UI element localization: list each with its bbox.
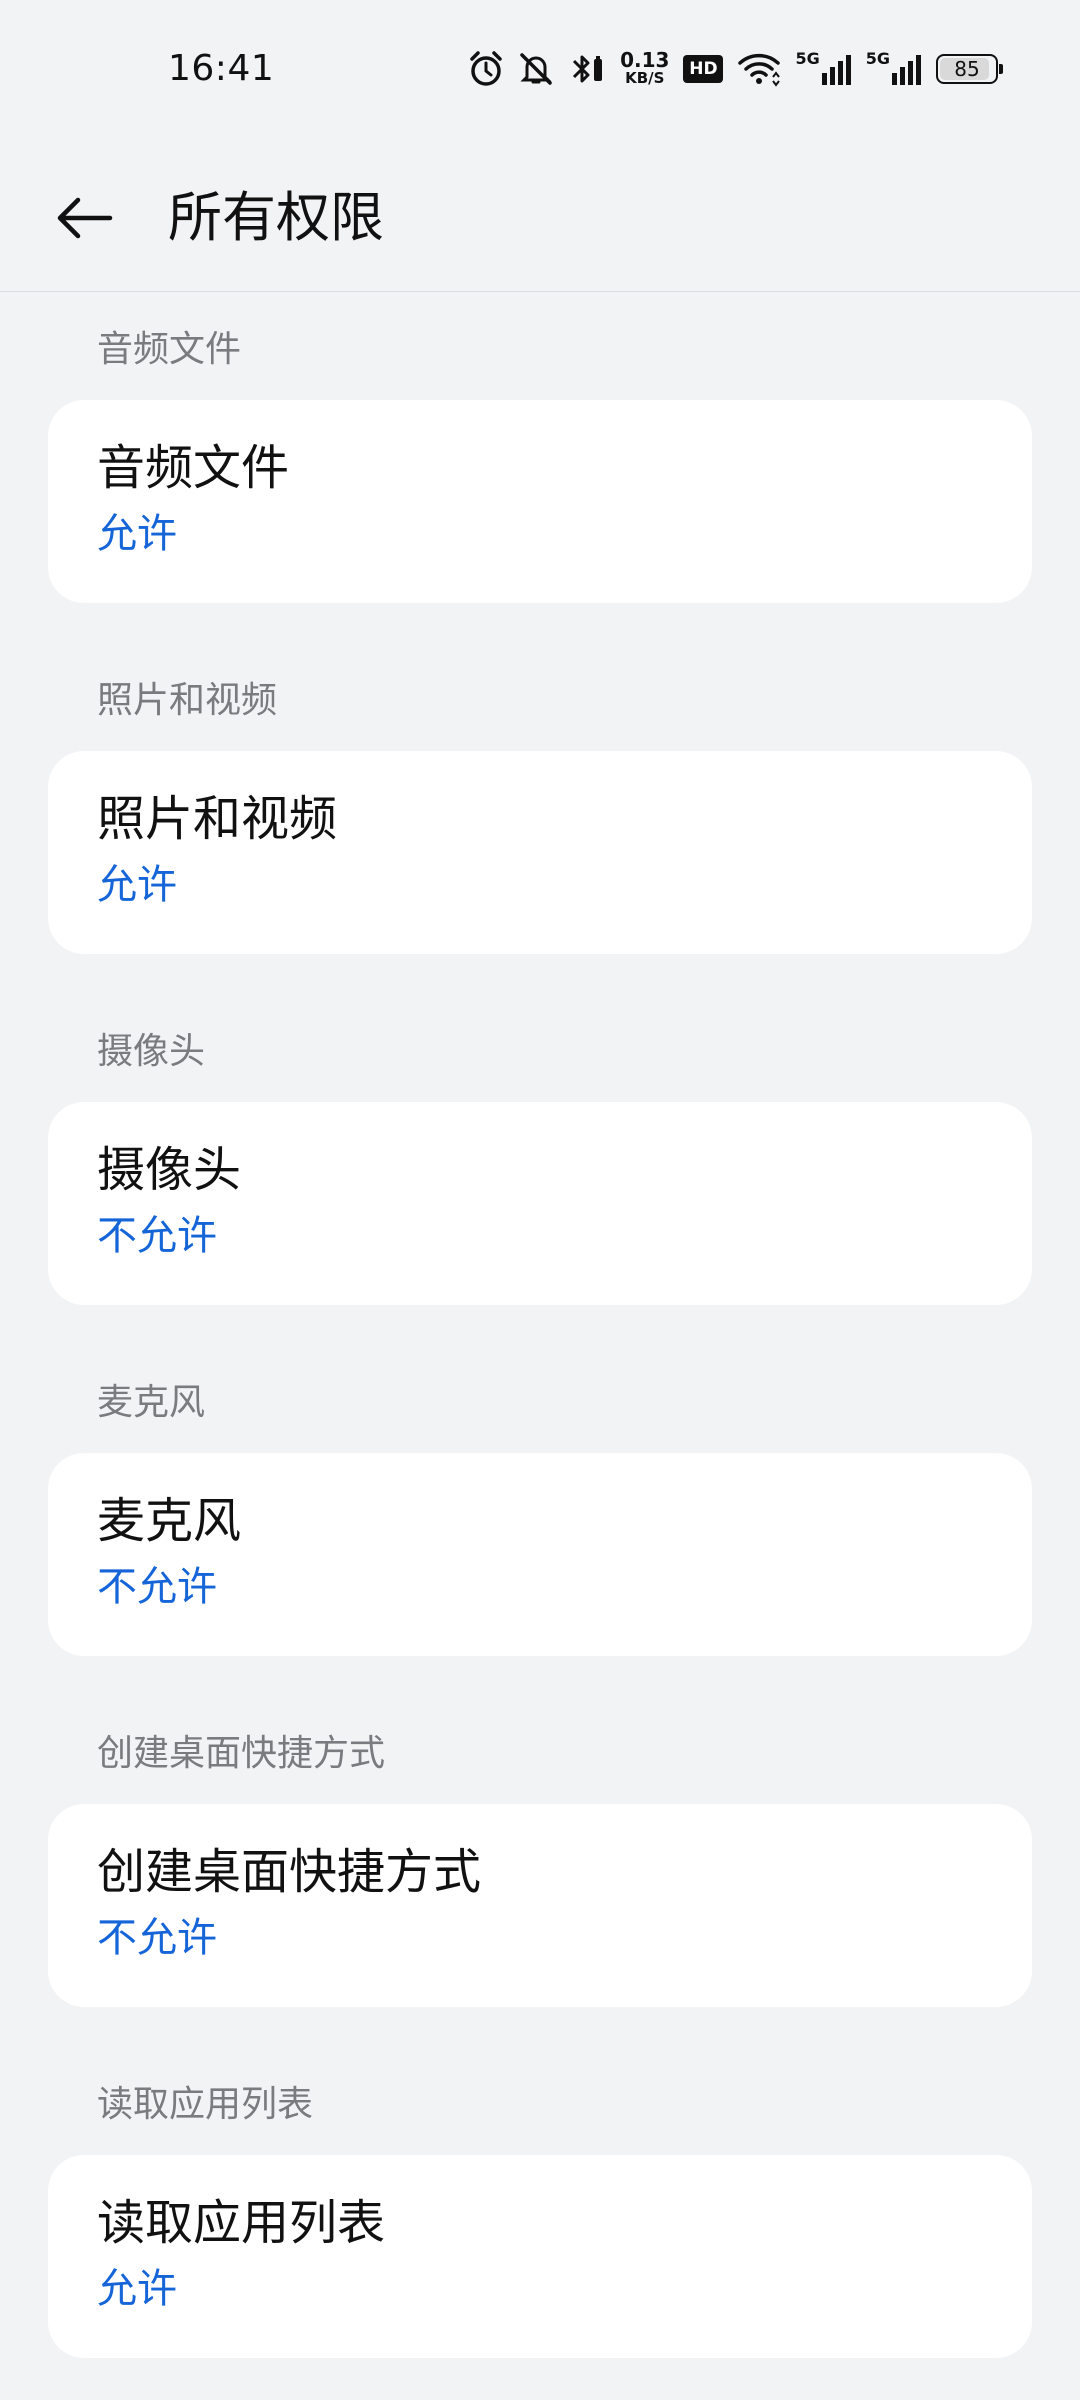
section-header: 读取应用列表 [97,2084,314,2125]
signal-5g-2: 5G [866,49,922,85]
hd-label: HD [689,59,718,79]
permission-group-audio: 音频文件 音频文件 允许 [48,292,1032,603]
permission-item-photos-videos[interactable]: 照片和视频 允许 [48,751,1032,954]
net-speed-value: 0.13 [620,48,670,72]
permission-status: 允许 [97,511,177,557]
permission-item-read-app-list[interactable]: 读取应用列表 允许 [48,2155,1032,2358]
back-button[interactable] [48,182,120,254]
permission-title: 音频文件 [97,440,290,496]
permission-item-create-shortcut[interactable]: 创建桌面快捷方式 不允许 [48,1804,1032,2007]
section-header: 音频文件 [97,329,242,370]
permission-group-app-list: 读取应用列表 读取应用列表 允许 [48,2047,1032,2358]
signal-icon [892,55,921,85]
app-bar: 所有权限 [0,140,1080,292]
permissions-list: 音频文件 音频文件 允许 照片和视频 照片和视频 允许 摄像头 摄像头 不允许 … [48,292,1032,2398]
permission-item-microphone[interactable]: 麦克风 不允许 [48,1453,1032,1656]
permission-status: 不允许 [97,1213,217,1259]
permission-status: 允许 [97,2266,177,2312]
permission-title: 创建桌面快捷方式 [97,1844,482,1900]
network-type-1: 5G [795,49,820,68]
hd-voice-icon: HD [683,55,724,83]
signal-5g-1: 5G [795,49,851,85]
section-header: 创建桌面快捷方式 [97,1733,386,1774]
permission-item-audio-files[interactable]: 音频文件 允许 [48,400,1032,603]
mute-bell-icon [518,51,554,87]
permission-title: 麦克风 [97,1493,242,1549]
permission-title: 读取应用列表 [97,2195,386,2251]
alarm-icon [468,50,504,88]
status-bar: 16:41 0.13 KB/S HD 5G 5G 85 [0,0,1080,140]
battery-nub [999,64,1003,74]
network-type-2: 5G [865,49,890,68]
permission-group-photos: 照片和视频 照片和视频 允许 [48,643,1032,954]
back-arrow-icon [57,197,113,239]
signal-icon [821,55,851,85]
bluetooth-icon [568,51,606,87]
permission-group-microphone: 麦克风 麦克风 不允许 [48,1345,1032,1656]
net-speed-unit: KB/S [625,69,665,87]
permission-status: 不允许 [97,1564,217,1610]
battery-level: 85 [954,57,980,81]
status-icons: 0.13 KB/S HD 5G 5G 85 [468,48,1003,88]
permission-status: 允许 [97,862,177,908]
wifi-icon [737,51,781,87]
status-time: 16:41 [168,48,275,89]
battery-icon: 85 [936,54,1003,84]
permission-item-camera[interactable]: 摄像头 不允许 [48,1102,1032,1305]
permission-group-camera: 摄像头 摄像头 不允许 [48,994,1032,1305]
permission-title: 摄像头 [97,1142,242,1198]
permission-title: 照片和视频 [97,791,338,847]
net-speed: 0.13 KB/S [620,48,670,87]
permission-status: 不允许 [97,1915,217,1961]
section-header: 照片和视频 [97,680,278,721]
permission-group-shortcut: 创建桌面快捷方式 创建桌面快捷方式 不允许 [48,1696,1032,2007]
page-title: 所有权限 [168,186,384,249]
section-header: 麦克风 [97,1382,206,1423]
section-header: 摄像头 [97,1031,206,1072]
